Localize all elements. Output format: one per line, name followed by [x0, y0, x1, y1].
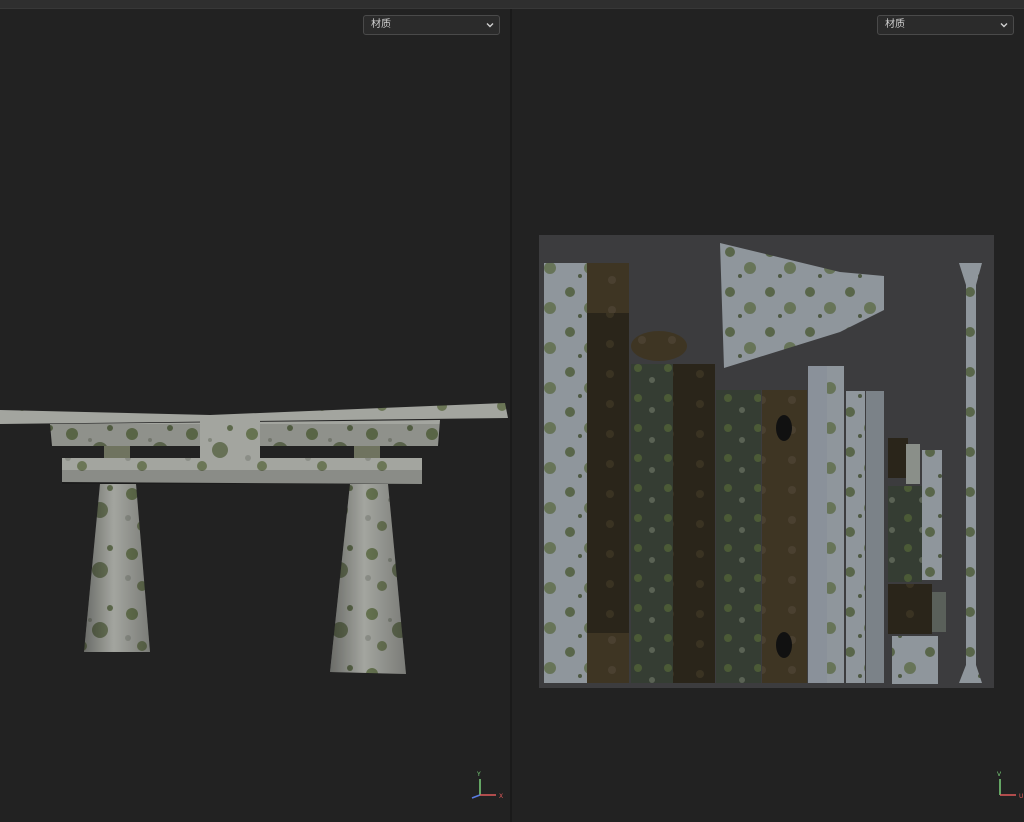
chevron-down-icon — [486, 23, 494, 28]
uv-texture-map — [539, 235, 994, 688]
viewport-uv[interactable]: 材质 V U — [512, 9, 1024, 822]
viewport-mode-dropdown[interactable]: 材质 — [363, 15, 500, 35]
dropdown-value: 材质 — [371, 19, 391, 30]
axis-label-x: X — [499, 793, 503, 800]
torii-center-strut — [200, 420, 260, 460]
dropdown-value: 材质 — [885, 19, 905, 30]
viewport-mode-dropdown[interactable]: 材质 — [877, 15, 1014, 35]
torii-gate-model — [0, 403, 508, 674]
axis-label-y: Y — [476, 771, 481, 778]
viewport-3d[interactable]: 材质 Y X — [0, 9, 510, 822]
axis-label-u: U — [1019, 793, 1023, 800]
axis-gizmo-icon: Y X — [471, 771, 503, 800]
axis-gizmo-icon: V U — [997, 771, 1023, 800]
chevron-down-icon — [1000, 23, 1008, 28]
top-toolbar — [0, 0, 1024, 9]
axis-label-v: V — [997, 771, 1002, 778]
